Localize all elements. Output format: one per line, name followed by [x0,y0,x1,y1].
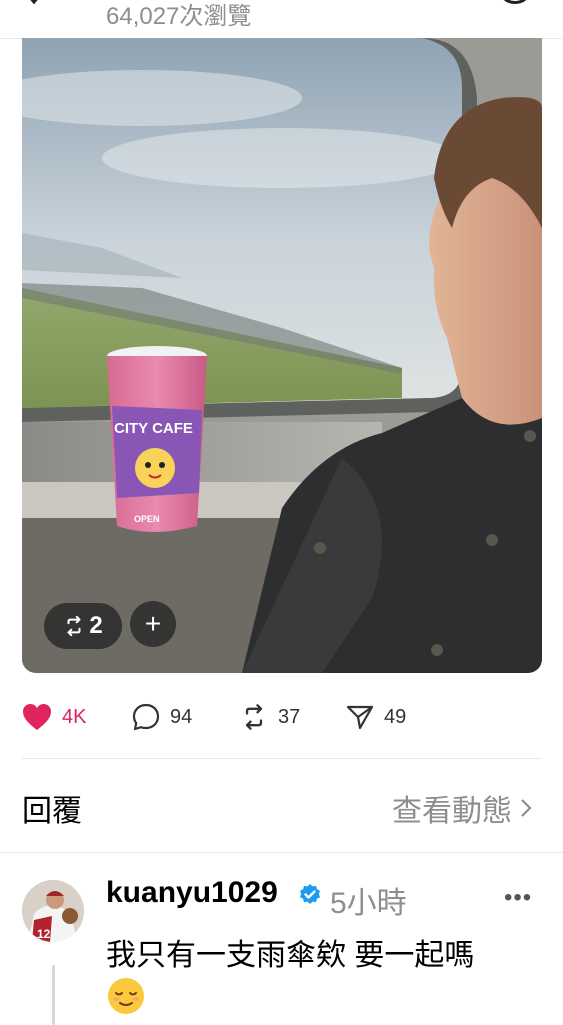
send-icon [346,705,374,730]
top-bar: 64,027次瀏覽 [0,0,563,39]
share-button[interactable]: 49 [346,700,406,734]
more-options-icon[interactable]: ••• [504,884,532,912]
divider [0,852,563,853]
divider [22,758,541,759]
heart-icon [23,704,51,730]
replies-header: 回覆 查看動態 [22,786,542,830]
more-circle-icon[interactable] [497,0,533,10]
cup-brand-text: CITY CAFE [114,420,193,437]
chevron-right-icon [521,799,532,817]
relieved-face-emoji [108,978,144,1014]
svg-text:12: 12 [37,927,51,941]
train-window-photo: CITY CAFE OPEN [22,38,542,673]
cup-sub-text: OPEN [134,514,160,524]
view-activity-link[interactable]: 查看動態 [392,786,532,830]
share-count: 49 [384,705,407,728]
add-button[interactable]: + [130,601,176,647]
post-actions: 4K 94 37 49 [22,700,542,734]
repost-icon [67,615,81,637]
like-count: 4K [62,705,87,728]
comment-text: 我只有一支雨傘欸 要一起嗎 [106,939,475,972]
replies-title: 回覆 [22,795,82,828]
photo-repost-pill[interactable]: 2 [44,603,122,649]
repost-count: 37 [278,705,301,728]
comment-time: 5小時 [330,887,407,920]
comment-count: 94 [170,705,193,728]
comment-bubble-icon [132,703,160,731]
avatar-image: 12 [22,880,84,942]
view-activity-label: 查看動態 [392,795,512,828]
comment-username[interactable]: kuanyu1029 [106,876,278,910]
view-count: 64,027次瀏覽 [106,3,252,30]
repost-icon [245,704,263,730]
like-button[interactable]: 4K [22,700,86,734]
avatar[interactable]: 12 [22,880,84,942]
verified-badge-icon [300,884,320,904]
thread-line [52,965,55,1025]
back-chevron-icon[interactable] [20,0,50,6]
comment-button[interactable]: 94 [132,700,192,734]
photo-repost-count: 2 [89,612,103,639]
post-photo[interactable]: CITY CAFE OPEN 2 + [22,38,542,673]
repost-button[interactable]: 37 [240,700,300,734]
activity-icon[interactable] [424,0,452,8]
